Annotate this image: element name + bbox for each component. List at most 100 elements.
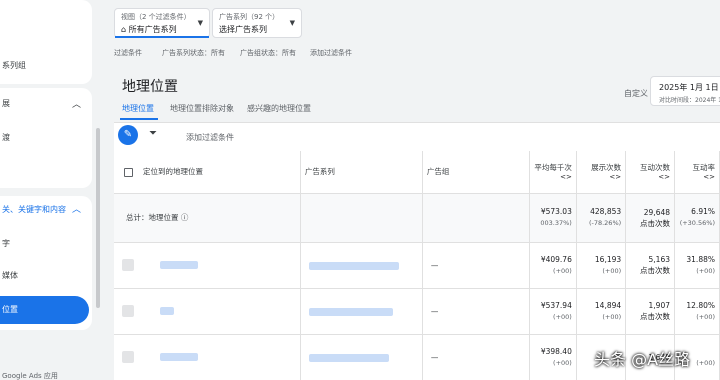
compare-range-value: 对比时间段：2024年 1月 — [659, 97, 720, 104]
interactions-cell: 1,907 点击次数 — [625, 288, 676, 335]
interaction-rate-value: 31.88% — [686, 254, 715, 264]
column-header-location[interactable]: 定位到的地理位置 — [114, 151, 301, 194]
total-impressions: 428,853 (-78.26%) — [576, 193, 627, 243]
sidebar-item-media[interactable]: 媒体 — [2, 270, 18, 281]
page-title: 地理位置 — [122, 79, 178, 95]
location-link-redacted[interactable] — [160, 353, 198, 361]
sort-icon[interactable]: <> — [679, 173, 715, 181]
watermark-text: 头条 @A丝路 — [594, 350, 691, 369]
campaign-link-redacted[interactable] — [308, 307, 393, 316]
dropdown-caret-icon: ▼ — [289, 19, 295, 27]
filter-campaign-status[interactable]: 广告系列状态：所有 — [162, 48, 225, 58]
location-link-redacted[interactable] — [160, 307, 174, 315]
avg-cpm-change: (+00) — [553, 358, 572, 367]
view-filter-dropdown[interactable]: 视图（2 个过滤条件） ⌂ 所有广告系列 ▼ — [114, 8, 210, 38]
edit-pencil-icon[interactable]: ✎ — [118, 125, 138, 145]
adgroup-cell: — — [422, 242, 531, 289]
filter-label: 过滤条件 — [114, 49, 142, 57]
chevron-up-icon[interactable]: ︿ — [72, 97, 81, 110]
campaign-filter-value: 选择广告系列 — [219, 25, 267, 34]
sidebar-card-top: 系列组 — [0, 0, 92, 84]
date-range-picker[interactable]: 2025年 1月 1日 – 对比时间段：2024年 1月 — [650, 76, 720, 106]
avg-cpm-value: ¥409.76 — [540, 254, 572, 264]
location-cell — [114, 334, 301, 380]
filter-adgroup-status[interactable]: 广告组状态：所有 — [240, 48, 296, 58]
column-header-impressions-label: 展示次数 — [591, 163, 622, 173]
column-header-adgroup-label: 广告组 — [426, 167, 450, 177]
location-link-redacted[interactable] — [160, 261, 198, 269]
adgroup-value: — — [430, 352, 439, 362]
campaign-filter-caption: 广告系列（92 个） — [219, 13, 280, 21]
campaign-cell — [300, 242, 423, 289]
sidebar-footer[interactable]: Google Ads 应用 — [2, 371, 58, 380]
column-header-interaction-rate[interactable]: 互动率 <> — [674, 151, 720, 194]
adgroup-cell: — — [422, 288, 531, 335]
total-avg-cpm-value: ¥573.03 — [540, 207, 572, 216]
sidebar-item-source[interactable]: 渡 — [2, 132, 10, 143]
total-impressions-value: 428,853 — [590, 207, 622, 216]
campaign-cell — [300, 288, 423, 335]
table-row[interactable]: — ¥537.94 (+00) 14,894 (+00) 1,907 点击次数 12.… — [114, 288, 720, 335]
total-interaction-rate-value: 6.91% — [691, 207, 715, 216]
column-header-avg-cpm-label: 平均每千次 — [534, 163, 572, 173]
column-header-interactions-label: 互动次数 — [640, 163, 671, 173]
sidebar-scrollbar[interactable] — [96, 128, 100, 308]
table-row[interactable]: — ¥409.76 (+00) 16,193 (+00) 5,163 点击次数 31.… — [114, 242, 720, 289]
impressions-change: (+00) — [602, 266, 622, 275]
total-interactions-value: 29,648 — [643, 207, 671, 217]
column-header-campaign[interactable]: 广告系列 — [300, 151, 423, 194]
help-circle-icon[interactable]: ⓘ — [181, 213, 189, 222]
sort-icon[interactable]: <> — [534, 173, 572, 181]
campaign-filter-dropdown[interactable]: 广告系列（92 个） 选择广告系列 ▼ — [212, 8, 302, 38]
location-flag-placeholder — [122, 305, 134, 317]
campaign-link-redacted[interactable] — [308, 353, 389, 362]
view-filter-underline — [115, 36, 209, 38]
total-interaction-rate: 6.91% (+30.56%) — [674, 193, 720, 243]
filter-funnel-icon[interactable]: ⏷ — [149, 128, 157, 139]
avg-cpm-change: (+00) — [553, 266, 572, 275]
interaction-rate-change: (+00) — [696, 358, 715, 367]
column-header-avg-cpm[interactable]: 平均每千次 <> — [529, 151, 577, 194]
column-header-impressions[interactable]: 展示次数 <> — [576, 151, 627, 194]
tab-location-exclusions[interactable]: 地理位置排除对象 — [170, 103, 234, 114]
chevron-up-icon[interactable]: ︿ — [72, 202, 81, 215]
location-flag-placeholder — [122, 351, 134, 363]
avg-cpm-value: ¥537.94 — [540, 300, 572, 310]
impressions-cell: 16,193 (+00) — [576, 242, 627, 289]
impressions-value: 14,894 — [594, 300, 622, 310]
total-avg-cpm: ¥573.03 003.37%) — [529, 193, 577, 243]
interactions-value: 5,163 — [648, 255, 671, 264]
interactions-type: 点击次数 — [640, 266, 671, 275]
table-add-filter-button[interactable]: 添加过滤条件 — [186, 132, 234, 143]
tab-locations-of-interest[interactable]: 感兴趣的地理位置 — [247, 103, 311, 114]
sidebar-item-expand[interactable]: 展 — [2, 98, 10, 109]
select-all-checkbox[interactable] — [124, 167, 133, 177]
left-sidebar: 系列组 展 ︿ 渡 关、关键字和内容 ︿ 字 媒体 位置 Google Ads … — [0, 0, 96, 380]
total-avg-cpm-change: 003.37%) — [540, 219, 572, 227]
column-header-adgroup[interactable]: 广告组 — [422, 151, 531, 194]
sidebar-item-keywords-content[interactable]: 关、关键字和内容 — [2, 204, 66, 215]
avg-cpm-value: ¥398.40 — [540, 346, 572, 356]
sort-icon[interactable]: <> — [581, 173, 621, 181]
add-filter-link[interactable]: 添加过滤条件 — [310, 48, 352, 58]
tab-locations[interactable]: 地理位置 — [122, 103, 154, 114]
sidebar-item-locations[interactable]: 位置 — [0, 296, 89, 324]
table-header-row: 定位到的地理位置 广告系列 广告组 平均每千次 <> 展示次数 <> 互动次数 <> … — [114, 151, 720, 194]
impressions-cell: 14,894 (+00) — [576, 288, 627, 335]
impressions-value: 16,193 — [594, 254, 622, 264]
date-range-label: 自定义 — [624, 89, 648, 98]
interactions-type: 点击次数 — [640, 312, 671, 321]
avg-cpm-cell: ¥409.76 (+00) — [529, 242, 577, 289]
view-filter-caption: 视图（2 个过滤条件） — [121, 13, 191, 21]
avg-cpm-change: (+00) — [553, 312, 572, 321]
campaign-link-redacted[interactable] — [308, 261, 399, 270]
view-filter-value-text: 所有广告系列 — [128, 25, 177, 34]
sidebar-item-locations-label: 位置 — [2, 305, 18, 314]
sidebar-item-campaign-group[interactable]: 系列组 — [2, 60, 26, 71]
sort-icon[interactable]: <> — [630, 173, 670, 181]
sidebar-item-text[interactable]: 字 — [2, 238, 10, 249]
location-cell — [114, 242, 301, 289]
campaign-cell — [300, 334, 423, 380]
column-header-interactions[interactable]: 互动次数 <> — [625, 151, 676, 194]
interaction-rate-change: (+00) — [696, 312, 715, 321]
